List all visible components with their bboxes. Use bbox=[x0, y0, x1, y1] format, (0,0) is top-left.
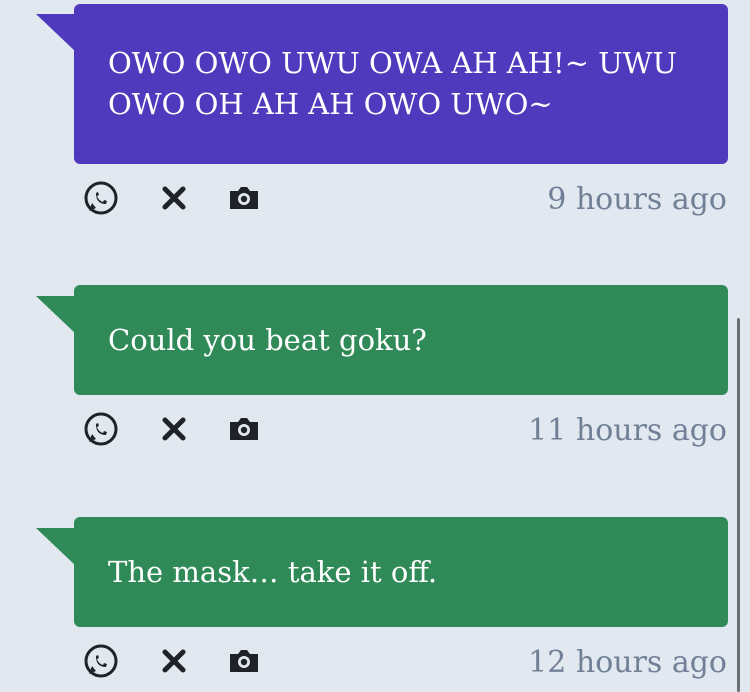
camera-icon[interactable] bbox=[224, 641, 264, 681]
message-actions: 12 hours ago bbox=[0, 641, 750, 685]
bubble-tail bbox=[36, 14, 76, 52]
bubble-tail bbox=[36, 528, 76, 566]
bubble-tail bbox=[36, 296, 76, 334]
close-icon[interactable] bbox=[154, 641, 194, 681]
message-text: Could you beat goku? bbox=[108, 322, 427, 357]
close-icon[interactable] bbox=[154, 178, 194, 218]
whatsapp-icon[interactable] bbox=[81, 641, 121, 681]
camera-icon[interactable] bbox=[224, 409, 264, 449]
whatsapp-icon[interactable] bbox=[81, 178, 121, 218]
message-timestamp: 12 hours ago bbox=[528, 645, 727, 680]
whatsapp-icon[interactable] bbox=[81, 409, 121, 449]
message-bubble: OWO OWO UWU OWA AH AH!~ UWU OWO OH AH AH… bbox=[74, 4, 728, 164]
message-timestamp: 11 hours ago bbox=[528, 413, 727, 448]
close-icon[interactable] bbox=[154, 409, 194, 449]
message-feed: OWO OWO UWU OWA AH AH!~ UWU OWO OH AH AH… bbox=[0, 0, 750, 692]
scrollbar[interactable] bbox=[737, 318, 740, 692]
message-text: The mask… take it off. bbox=[108, 554, 438, 589]
message-text: OWO OWO UWU OWA AH AH!~ UWU OWO OH AH AH… bbox=[108, 46, 677, 121]
message-bubble: Could you beat goku? bbox=[74, 285, 728, 395]
message-actions: 9 hours ago bbox=[0, 178, 750, 222]
message-timestamp: 9 hours ago bbox=[547, 182, 727, 217]
message-bubble: The mask… take it off. bbox=[74, 517, 728, 627]
camera-icon[interactable] bbox=[224, 178, 264, 218]
message-actions: 11 hours ago bbox=[0, 409, 750, 453]
